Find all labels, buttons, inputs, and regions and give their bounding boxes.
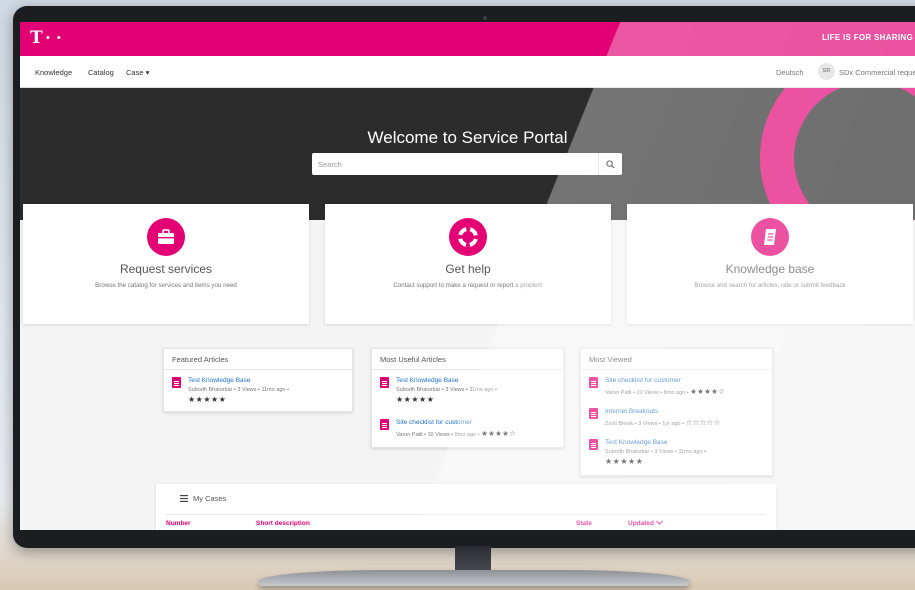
tile-title: Knowledge base — [725, 262, 815, 276]
monitor-camera — [483, 16, 487, 20]
navbar: Knowledge Catalog Case ▾ Deutsch SR SDx … — [20, 56, 915, 88]
divider — [166, 514, 766, 515]
document-icon — [172, 377, 181, 388]
card-title: Most Viewed — [589, 355, 632, 364]
document-icon — [589, 439, 598, 450]
document-icon — [380, 419, 389, 430]
column-header-number[interactable]: Number — [166, 520, 191, 527]
page-title: Welcome to Service Portal — [367, 128, 568, 147]
tile-get-help[interactable]: Get help Contact support to make a reque… — [325, 204, 611, 324]
article-meta: Subodh Bhaturkar • 3 Views • 11mo ago • — [396, 387, 497, 393]
search-button[interactable] — [598, 153, 622, 175]
cases-header: My Cases — [180, 494, 226, 503]
brand-bar: T • • LIFE IS FOR SHARING — [20, 22, 915, 56]
column-header-state[interactable]: State — [576, 520, 592, 527]
logo-dots: • • — [46, 32, 63, 44]
article-link[interactable]: Site checklist for customer — [605, 377, 681, 384]
star-rating: ★★★★★ — [188, 395, 227, 404]
language-switch[interactable]: Deutsch — [776, 68, 804, 77]
tile-request-services[interactable]: Request services Browse the catalog for … — [23, 204, 309, 324]
star-rating: ★★★★★ — [396, 395, 435, 404]
article-link[interactable]: Site checklist for customer — [396, 419, 472, 426]
article-link[interactable]: Test Knowledge Base — [188, 377, 251, 384]
star-rating: ★★★★☆ — [481, 429, 517, 438]
article-link[interactable]: Internet Breakouts — [605, 408, 658, 415]
my-cases-widget: My Cases Number Short description State … — [156, 484, 776, 530]
list-icon — [180, 495, 188, 502]
screen: T • • LIFE IS FOR SHARING Knowledge Cata… — [20, 22, 915, 530]
cases-title: My Cases — [193, 494, 227, 503]
tile-description: Contact support to make a request or rep… — [393, 282, 543, 289]
nav-case-dropdown[interactable]: Case ▾ — [126, 68, 149, 77]
search-box — [312, 153, 622, 175]
hero-banner: Welcome to Service Portal — [20, 88, 915, 220]
tile-title: Get help — [445, 262, 491, 276]
star-rating: ☆☆☆☆☆ — [685, 418, 721, 427]
lifebuoy-icon — [449, 218, 487, 256]
divider — [372, 369, 563, 370]
telekom-logo[interactable]: T — [30, 28, 43, 48]
search-icon — [606, 159, 615, 169]
search-input[interactable] — [312, 153, 596, 175]
briefcase-icon — [147, 218, 185, 256]
article-link[interactable]: Test Knowledge Base — [605, 439, 668, 446]
article-meta-text: Zsolt Biesik • 3 Views • 1yr ago • — [605, 421, 685, 427]
article-meta: Varun Patil • 10 Views • 8mo ago • ★★★★☆ — [605, 387, 725, 396]
featured-articles-card: Featured Articles Test Knowledge Base Su… — [163, 348, 353, 412]
avatar[interactable]: SR — [818, 63, 835, 80]
article-meta: Subodh Bhaturkar • 3 Views • 11mo ago • — [188, 387, 289, 393]
article-meta: Zsolt Biesik • 3 Views • 1yr ago • ☆☆☆☆☆ — [605, 418, 721, 427]
slogan: LIFE IS FOR SHARING — [821, 33, 913, 42]
document-icon — [589, 377, 598, 388]
chevron-down-icon — [655, 520, 663, 525]
document-icon — [589, 408, 598, 419]
user-menu[interactable]: SDx Commercial request — [839, 68, 915, 77]
divider — [164, 369, 352, 370]
article-meta-text: Varun Patil • 10 Views • 8mo ago • — [605, 390, 689, 396]
article-meta: Varun Patil • 10 Views • 8mo ago • ★★★★☆ — [396, 429, 516, 438]
tile-title: Request services — [119, 262, 213, 276]
article-link[interactable]: Test Knowledge Base — [396, 377, 459, 384]
star-rating: ★★★★★ — [605, 457, 644, 466]
column-header-updated[interactable]: Updated — [628, 520, 663, 527]
card-title: Most Useful Articles — [380, 355, 446, 364]
most-viewed-card: Most Viewed Site checklist for customer … — [580, 348, 773, 476]
document-icon — [380, 377, 389, 388]
tile-description: Browse the catalog for services and item… — [95, 282, 237, 289]
nav-knowledge[interactable]: Knowledge — [35, 68, 72, 77]
nav-catalog[interactable]: Catalog — [88, 68, 114, 77]
star-rating: ★★★★☆ — [690, 387, 726, 396]
column-header-short-description[interactable]: Short description — [256, 520, 310, 527]
brand-deco-shape — [760, 88, 915, 220]
monitor-stand-base — [258, 570, 690, 586]
tile-description: Browse and search for articles, rate or … — [694, 282, 846, 289]
article-meta-text: Varun Patil • 10 Views • 8mo ago • — [396, 432, 480, 438]
most-useful-articles-card: Most Useful Articles Test Knowledge Base… — [371, 348, 564, 448]
column-header-updated-label: Updated — [628, 520, 654, 527]
card-title: Featured Articles — [172, 355, 229, 364]
divider — [581, 369, 772, 370]
article-meta: Subodh Bhaturkar • 3 Views • 11mo ago • — [605, 449, 706, 455]
tile-knowledge-base[interactable]: Knowledge base Browse and search for art… — [627, 204, 913, 324]
book-icon — [751, 218, 789, 256]
